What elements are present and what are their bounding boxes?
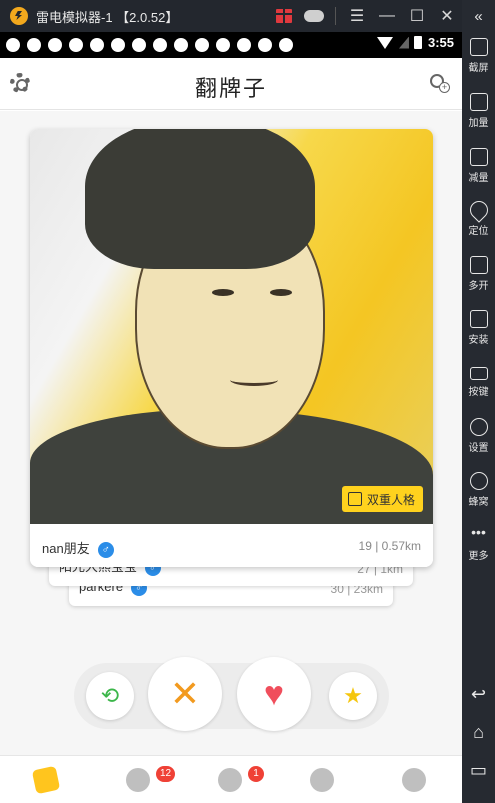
- profile-card[interactable]: 双重人格 nan朋友 ♂ 19 | 0.57km: [30, 129, 433, 567]
- emulator-titlebar: 雷电模拟器-1 【2.0.52】 ☰ — ☐ ✕: [0, 0, 462, 32]
- sidebar-item-screenshot[interactable]: 截屏: [462, 38, 495, 74]
- balloons-icon: [310, 768, 334, 792]
- notification-icon: [6, 38, 20, 52]
- app-header: 翻牌子 +: [0, 58, 462, 110]
- maximize-icon[interactable]: ☐: [402, 0, 432, 32]
- location-icon: [465, 197, 492, 223]
- male-gender-icon: ♂: [97, 541, 114, 558]
- action-bar: ⟲ ✕ ♥ ★: [74, 655, 389, 739]
- sidebar-item-multi-open[interactable]: 多开: [462, 256, 495, 292]
- notification-icon: [174, 38, 188, 52]
- keyboard-icon: [469, 367, 488, 380]
- undo-icon: ⟲: [100, 683, 120, 708]
- multi-open-icon: [469, 256, 488, 274]
- profile-name: nan朋友 ♂: [42, 538, 114, 558]
- menu-icon[interactable]: ☰: [342, 0, 372, 32]
- sidebar-item-volume-down[interactable]: 减量: [462, 148, 495, 184]
- friends-icon: [218, 768, 242, 792]
- tag-icon: [347, 492, 362, 506]
- add-friend-icon[interactable]: +: [430, 74, 450, 94]
- emulator-title: 雷电模拟器-1 【2.0.52】: [36, 9, 179, 25]
- personality-tag: 双重人格: [341, 486, 423, 512]
- apk-install-icon: [469, 310, 488, 328]
- volume-down-icon: [469, 148, 488, 166]
- notification-icon: [90, 38, 104, 52]
- notification-icon: [27, 38, 41, 52]
- app-screen: 翻牌子 + parkere♂ 30 | 23km 阳光大熊宝宝♂ 27 | 1k…: [0, 58, 462, 803]
- notification-icon: [279, 38, 293, 52]
- like-button[interactable]: ♥: [237, 657, 311, 731]
- android-statusbar: 3:55: [0, 32, 462, 58]
- profile-icon: [402, 768, 426, 792]
- profile-age-distance: 19 | 0.57km: [358, 539, 421, 553]
- sidebar-item-more[interactable]: ••• 更多: [462, 524, 495, 562]
- tab-messages[interactable]: 12: [108, 756, 176, 803]
- notification-icon: [153, 38, 167, 52]
- friends-badge: 1: [248, 766, 264, 782]
- cards-icon: [31, 765, 61, 795]
- status-time: 3:55: [427, 35, 454, 50]
- sidebar-item-keymap[interactable]: 按键: [462, 364, 495, 398]
- battery-icon: [413, 36, 422, 49]
- profile-info: nan朋友 ♂ 19 | 0.57km: [30, 524, 433, 567]
- close-icon[interactable]: ✕: [432, 0, 462, 32]
- notification-icon: [111, 38, 125, 52]
- tab-profile[interactable]: [384, 756, 444, 803]
- settings-icon: [469, 418, 488, 436]
- sidebar-item-volume-up[interactable]: 加量: [462, 93, 495, 129]
- sidebar-item-hive[interactable]: 蜂窝: [462, 472, 495, 508]
- notification-icon: [48, 38, 62, 52]
- bottom-nav: 12 1: [0, 755, 462, 803]
- recents-icon[interactable]: ▭: [462, 760, 495, 781]
- tab-moments[interactable]: [292, 756, 352, 803]
- notification-icon: [237, 38, 251, 52]
- heart-icon: ♥: [263, 674, 285, 713]
- minimize-icon[interactable]: —: [372, 0, 402, 32]
- scissors-icon: [469, 38, 488, 56]
- home-icon[interactable]: ⌂: [462, 722, 495, 743]
- signal-icon: [398, 36, 409, 49]
- messages-badge: 12: [156, 766, 176, 782]
- emulator-logo: [10, 7, 28, 25]
- sidebar-item-location[interactable]: 定位: [462, 197, 495, 237]
- gamepad-icon[interactable]: [299, 0, 329, 32]
- collapse-sidebar-icon[interactable]: «: [462, 0, 495, 32]
- hive-icon: [469, 472, 488, 490]
- cross-icon: ✕: [169, 673, 201, 714]
- profile-photo: [30, 129, 433, 524]
- notification-icon: [195, 38, 209, 52]
- undo-button[interactable]: ⟲: [86, 672, 134, 720]
- wifi-icon: [376, 36, 393, 49]
- gift-icon[interactable]: [269, 0, 299, 32]
- notification-icon: [258, 38, 272, 52]
- super-like-button[interactable]: ★: [329, 672, 377, 720]
- volume-up-icon: [469, 93, 488, 111]
- tab-friends[interactable]: 1: [200, 756, 264, 803]
- sidebar-item-settings[interactable]: 设置: [462, 418, 495, 454]
- tab-cards[interactable]: [16, 756, 76, 803]
- star-icon: ★: [343, 683, 363, 708]
- notification-icon: [216, 38, 230, 52]
- chat-icon: [126, 768, 150, 792]
- sidebar-item-install[interactable]: 安装: [462, 310, 495, 346]
- emulator-sidebar: « 截屏 加量 减量 定位 多开 安装 按键 设置 蜂窝 ••• 更多 ↩ ⌂ ▭: [462, 0, 495, 803]
- more-icon: •••: [471, 524, 486, 540]
- page-title: 翻牌子: [194, 76, 267, 101]
- notification-icon: [132, 38, 146, 52]
- dislike-button[interactable]: ✕: [148, 657, 222, 731]
- notification-icons: [6, 38, 300, 52]
- back-icon[interactable]: ↩: [462, 684, 495, 705]
- notification-icon: [69, 38, 83, 52]
